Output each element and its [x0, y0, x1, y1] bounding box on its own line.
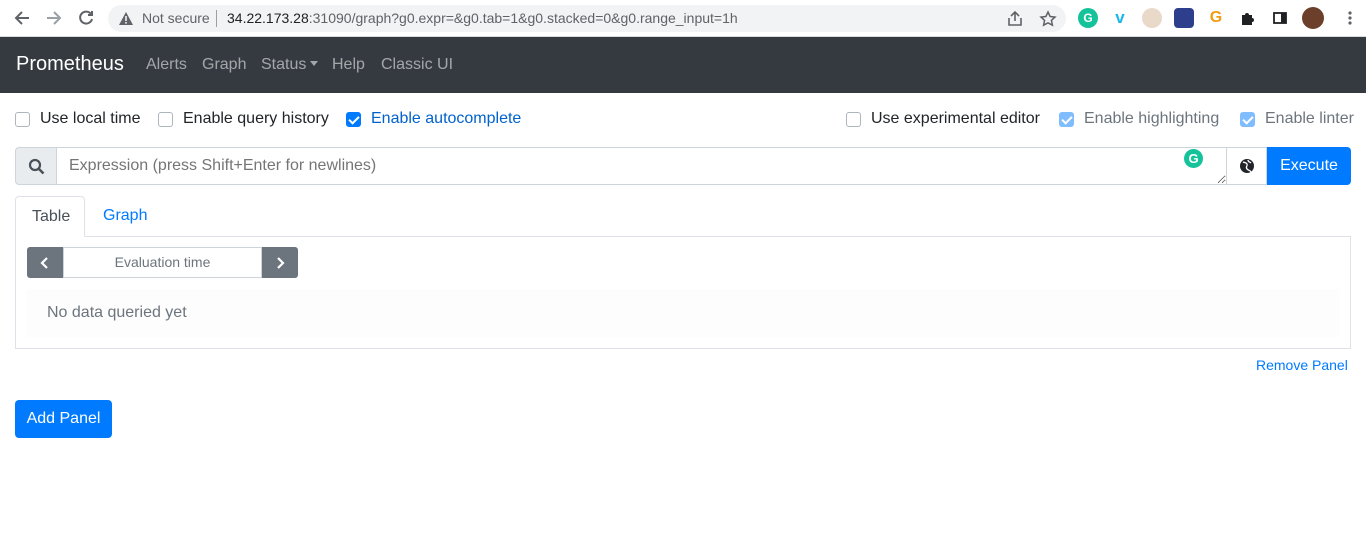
brand-logo-text[interactable]: Prometheus	[16, 53, 124, 76]
use-local-time-label: Use local time	[40, 110, 141, 127]
grammarly-icon[interactable]: G	[1078, 8, 1098, 28]
enable-highlighting-label: Enable highlighting	[1084, 110, 1220, 127]
orange-g-icon[interactable]: G	[1206, 8, 1226, 28]
enable-autocomplete-option[interactable]: Enable autocomplete	[346, 110, 521, 128]
panel-body: Evaluation time No data queried yet	[15, 236, 1351, 349]
enable-autocomplete-checkbox[interactable]	[346, 111, 361, 127]
expression-input-group: G Execute	[15, 147, 1351, 185]
prometheus-navbar: Prometheus Alerts Graph Status Help Clas…	[0, 37, 1366, 93]
nav-status[interactable]: Status	[261, 56, 319, 74]
grammarly-inline-icon[interactable]: G	[1184, 149, 1203, 168]
evaluation-time-input[interactable]: Evaluation time	[63, 247, 262, 278]
enable-linter-label: Enable linter	[1265, 110, 1354, 127]
enable-linter-option[interactable]: Enable linter	[1240, 110, 1354, 128]
enable-query-history-option[interactable]: Enable query history	[158, 110, 329, 128]
address-bar[interactable]: Not secure 34.22.173.28:31090/graph?g0.e…	[108, 5, 1066, 32]
execute-button[interactable]: Execute	[1267, 147, 1351, 185]
profile-avatar[interactable]	[1302, 7, 1324, 29]
evaluation-time-group: Evaluation time	[27, 247, 298, 278]
extensions-puzzle-icon[interactable]	[1238, 8, 1258, 28]
url-text[interactable]: 34.22.173.28:31090/graph?g0.expr=&g0.tab…	[227, 10, 738, 26]
use-experimental-editor-checkbox[interactable]	[846, 111, 861, 127]
url-path: :31090/graph?g0.expr=&g0.tab=1&g0.stacke…	[308, 10, 738, 26]
enable-highlighting-option[interactable]: Enable highlighting	[1059, 110, 1219, 128]
security-status[interactable]: Not secure	[142, 10, 210, 26]
use-local-time-option[interactable]: Use local time	[15, 110, 140, 128]
url-host: 34.22.173.28	[227, 10, 309, 26]
address-separator	[216, 10, 217, 27]
nav-help[interactable]: Help	[332, 56, 365, 74]
use-local-time-checkbox[interactable]	[15, 111, 30, 127]
face-extension-icon[interactable]	[1142, 8, 1162, 28]
chevron-left-icon[interactable]	[27, 247, 63, 278]
panel-tabs: Table Graph	[15, 196, 1351, 237]
use-experimental-editor-label: Use experimental editor	[871, 110, 1040, 127]
enable-query-history-checkbox[interactable]	[158, 111, 173, 127]
nav-classic-ui[interactable]: Classic UI	[381, 56, 453, 74]
search-icon	[15, 147, 57, 185]
chevron-right-icon[interactable]	[262, 247, 298, 278]
puzzle-game-icon[interactable]	[1174, 8, 1194, 28]
remove-panel-link[interactable]: Remove Panel	[1256, 357, 1348, 373]
tab-graph[interactable]: Graph	[87, 196, 163, 237]
share-icon[interactable]	[1006, 10, 1024, 28]
kebab-menu-icon[interactable]	[1340, 8, 1360, 28]
enable-linter-checkbox[interactable]	[1240, 111, 1255, 127]
nav-graph[interactable]: Graph	[202, 56, 246, 74]
use-experimental-editor-option[interactable]: Use experimental editor	[846, 110, 1040, 128]
expression-input[interactable]	[56, 147, 1227, 185]
reload-icon[interactable]	[74, 6, 98, 30]
enable-highlighting-checkbox[interactable]	[1059, 111, 1074, 127]
sidebar-icon[interactable]	[1270, 8, 1290, 28]
back-arrow-icon[interactable]	[10, 6, 34, 30]
nav-alerts[interactable]: Alerts	[146, 56, 187, 74]
enable-query-history-label: Enable query history	[183, 110, 329, 127]
metrics-explorer-globe-icon[interactable]	[1226, 147, 1267, 185]
warning-triangle-icon[interactable]	[118, 11, 134, 31]
forward-arrow-icon[interactable]	[42, 6, 66, 30]
no-data-message: No data queried yet	[26, 289, 1340, 337]
tab-table[interactable]: Table	[15, 196, 85, 237]
vimeo-icon[interactable]: v	[1110, 8, 1130, 28]
enable-autocomplete-label: Enable autocomplete	[371, 110, 522, 127]
add-panel-button[interactable]: Add Panel	[15, 400, 112, 438]
caret-down-icon	[310, 61, 319, 66]
bookmark-star-icon[interactable]	[1039, 10, 1057, 28]
nav-status-label: Status	[261, 56, 307, 73]
browser-toolbar: Not secure 34.22.173.28:31090/graph?g0.e…	[0, 0, 1366, 37]
